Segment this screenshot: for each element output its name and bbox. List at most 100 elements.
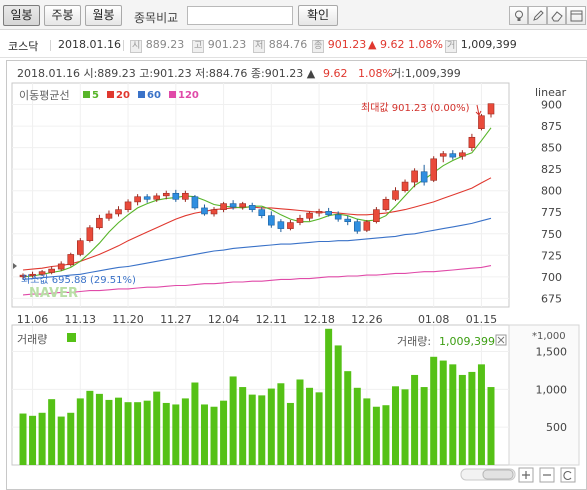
candle-body — [162, 192, 170, 197]
min-annotation: 최소값 695.88 (29.51%) — [21, 274, 136, 286]
volume-bar — [477, 364, 485, 465]
volume-bar — [67, 412, 75, 465]
candle-body — [115, 209, 122, 215]
candle-body — [439, 153, 447, 157]
volume-bar — [411, 374, 419, 465]
volume-bar — [162, 402, 170, 465]
volume-title: 거래량 — [17, 333, 47, 346]
confirm-button[interactable]: 확인 — [298, 5, 338, 26]
candle-body — [363, 221, 371, 231]
ma-legend: 5 20 60 120 — [83, 90, 199, 101]
divider — [123, 40, 124, 51]
tab-weekly[interactable]: 주봉 — [44, 5, 81, 26]
price-tick-label: 825 — [541, 163, 562, 176]
ma-legend-title: 이동평균선 — [19, 89, 70, 102]
volume-bar — [229, 376, 237, 465]
x-tick-label: 11.06 — [17, 313, 49, 326]
volume-bar — [306, 387, 314, 465]
volume-bar — [38, 412, 46, 465]
pencil-icon[interactable] — [528, 6, 547, 25]
volume-bar — [449, 364, 457, 465]
volume-bar — [248, 394, 256, 465]
volume-value: 1,009,399 — [460, 38, 517, 51]
price-tick-label: 700 — [541, 271, 562, 284]
naver-watermark: NAVER — [29, 286, 78, 301]
volume-bar — [191, 382, 199, 465]
ma-legend-label: 120 — [178, 90, 199, 101]
candle-body — [153, 195, 161, 200]
compare-input[interactable] — [187, 6, 293, 25]
volume-bar — [105, 399, 113, 465]
ma-legend-swatch — [107, 91, 114, 98]
candle-body — [220, 203, 227, 210]
volume-bar — [439, 360, 447, 465]
candle-body — [334, 214, 342, 220]
left-edge-arrow-icon[interactable] — [13, 263, 17, 269]
volume-bar — [353, 387, 361, 465]
candle-body — [143, 196, 151, 200]
chart-header-volume: 거:1,009,399 — [391, 67, 461, 80]
change-value: ▲ 9.62 — [368, 38, 405, 51]
ma-legend-label: 5 — [92, 90, 99, 101]
volume-bar — [57, 416, 65, 465]
candle-body — [277, 221, 285, 229]
candle-body — [306, 212, 313, 219]
ma5-line — [22, 127, 492, 278]
price-tick-label: 750 — [541, 228, 562, 241]
open-label: 시 — [130, 40, 143, 53]
candle-body — [487, 103, 495, 115]
x-tick-label: 12.04 — [208, 313, 240, 326]
low-label: 저 — [253, 40, 266, 53]
scrollbar-thumb[interactable] — [482, 469, 514, 480]
volume-bar — [143, 400, 151, 465]
toolbar: 일봉 주봉 월봉 종목비교 확인 — [0, 0, 587, 30]
ma-legend-swatch — [138, 91, 145, 98]
candle-body — [96, 217, 103, 229]
ma20-line — [22, 177, 492, 271]
volume-bar — [277, 383, 285, 465]
candle-body — [248, 205, 256, 210]
volume-legend-swatch — [67, 333, 76, 342]
volume-bar — [430, 356, 438, 465]
price-tick-label: 725 — [541, 249, 562, 262]
eraser-icon[interactable] — [547, 6, 566, 25]
lamp-icon[interactable] — [509, 6, 528, 25]
window-icon[interactable] — [566, 6, 586, 25]
candle-body — [373, 209, 380, 223]
candle-body — [229, 203, 237, 208]
tab-monthly[interactable]: 월봉 — [85, 5, 122, 26]
price-tick-label: 675 — [541, 292, 562, 305]
x-tick-label: 01.08 — [418, 313, 450, 326]
ma-legend-swatch — [83, 91, 90, 98]
chart-frame: 2018.01.16 시:889.23 고:901.23 저:884.76 종:… — [6, 60, 587, 490]
candle-body — [210, 209, 218, 215]
volume-bar — [344, 371, 352, 465]
chart-canvas[interactable]: 2018.01.16 시:889.23 고:901.23 저:884.76 종:… — [7, 61, 586, 489]
candle-body — [258, 209, 266, 216]
volume-bar — [487, 387, 495, 465]
moving-average-lines — [22, 127, 492, 296]
volume-bar — [420, 387, 428, 465]
volume-bar — [458, 374, 466, 465]
volume-bar — [181, 398, 189, 465]
candle-body — [296, 217, 304, 223]
low-value: 884.76 — [268, 38, 308, 51]
info-high: 고 901.23 — [192, 38, 246, 53]
chart-header-ohlc: 2018.01.16 시:889.23 고:901.23 저:884.76 종:… — [17, 67, 316, 80]
volume-bar — [200, 404, 208, 465]
price-info-bar: 코스닥 2018.01.16 시 889.23 고 901.23 저 884.7… — [0, 31, 587, 58]
candle-body — [57, 263, 65, 270]
volume-label: 거 — [445, 40, 458, 53]
price-tick-label: 875 — [541, 120, 562, 133]
info-close: 종 901.23 — [312, 38, 366, 53]
volume-bar — [334, 345, 342, 465]
candle-body — [268, 215, 275, 226]
candle-body — [401, 181, 409, 191]
divider — [50, 40, 51, 51]
volume-bar — [48, 399, 56, 465]
candle-body — [382, 199, 390, 210]
scale-label[interactable]: linear — [535, 86, 567, 99]
candle-body — [287, 222, 294, 229]
volume-unit: *1,000 — [532, 331, 566, 342]
tab-daily[interactable]: 일봉 — [3, 5, 40, 26]
